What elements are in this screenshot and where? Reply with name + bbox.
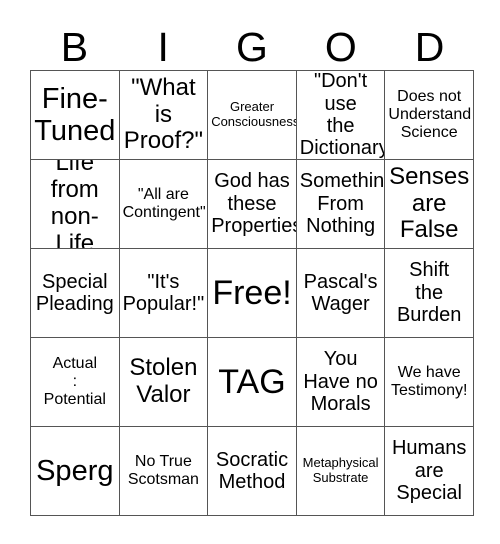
bingo-cell-label: Socratic Method (215, 448, 289, 493)
bingo-cell-r5c2[interactable]: No True Scotsman (119, 427, 209, 516)
bingo-cell-r5c1[interactable]: Sperg (31, 427, 120, 516)
bingo-cell-label: Humans are Special (391, 437, 467, 505)
bingo-cell-r3c2[interactable]: "It's Popular!" (119, 249, 209, 338)
bingo-cell-label: Metaphysical Substrate (302, 455, 379, 485)
bingo-cell-r5c3[interactable]: Socratic Method (208, 427, 297, 516)
bingo-cell-label: "What is Proof?" (123, 73, 203, 155)
bingo-cell-label: Something From Nothing (299, 170, 385, 238)
bingo-cell-label: Actual : Potential (43, 355, 106, 408)
bingo-card: B I G O D Fine- Tuned "What is Proof?" G… (0, 0, 500, 544)
bingo-cell-label: Shift the Burden (396, 259, 462, 327)
bingo-cell-label: God has these Properties (211, 170, 297, 238)
bingo-cell-r1c1[interactable]: Fine- Tuned (31, 71, 120, 160)
bingo-cell-r1c3[interactable]: Greater Consciousness (208, 71, 297, 160)
bingo-cell-r2c5[interactable]: Senses are False (385, 160, 474, 249)
bingo-cell-label: Does not Understand Science (388, 88, 472, 141)
bingo-cell-r2c1[interactable]: Life from non-Life (31, 160, 120, 249)
bingo-cell-label: Life from non-Life (50, 160, 99, 249)
bingo-cell-label: Greater Consciousness (211, 99, 297, 129)
bingo-cell-label: "Don't use the Dictionary" (299, 71, 385, 160)
bingo-cell-label: No True Scotsman (127, 453, 199, 488)
header-letter-d: D (414, 24, 445, 70)
bingo-cell-r4c4[interactable]: You Have no Morals (296, 338, 386, 427)
header-letter-b: B (60, 24, 89, 70)
bingo-cell-r3c5[interactable]: Shift the Burden (385, 249, 474, 338)
bingo-cell-r4c1[interactable]: Actual : Potential (31, 338, 120, 427)
bingo-cell-r2c2[interactable]: "All are Contingent" (119, 160, 209, 249)
bingo-cell-label: We have Testimony! (390, 364, 468, 399)
bingo-cell-r4c3[interactable]: TAG (208, 338, 297, 427)
bingo-cell-r2c3[interactable]: God has these Properties (208, 160, 297, 249)
bingo-cell-r3c1[interactable]: Special Pleading (31, 249, 120, 338)
bingo-cell-r3c4[interactable]: Pascal's Wager (296, 249, 386, 338)
bingo-cell-r5c5[interactable]: Humans are Special (385, 427, 474, 516)
bingo-cell-label: Fine- Tuned (34, 82, 116, 147)
header-letter-i: I (157, 24, 169, 70)
bingo-cell-label: Stolen Valor (129, 354, 198, 408)
bingo-cell-r4c5[interactable]: We have Testimony! (385, 338, 474, 427)
header-letter-o: O (324, 24, 357, 70)
bingo-cell-label: Free! (212, 273, 292, 312)
bingo-cell-r1c4[interactable]: "Don't use the Dictionary" (296, 71, 386, 160)
bingo-cell-label: You Have no Morals (303, 348, 378, 416)
bingo-cell-free-space[interactable]: Free! (208, 249, 297, 338)
bingo-cell-label: "It's Popular!" (122, 270, 205, 315)
bingo-cell-label: Senses are False (389, 162, 470, 244)
bingo-cell-r4c2[interactable]: Stolen Valor (119, 338, 209, 427)
bingo-header-row: B I G O D (30, 18, 474, 70)
bingo-cell-label: "All are Contingent" (122, 186, 206, 221)
header-letter-g: G (236, 24, 268, 70)
bingo-cell-label: Pascal's Wager (303, 270, 378, 315)
bingo-cell-r2c4[interactable]: Something From Nothing (296, 160, 386, 249)
bingo-grid: Fine- Tuned "What is Proof?" Greater Con… (30, 70, 474, 516)
bingo-cell-label: Special Pleading (35, 270, 114, 315)
bingo-cell-r5c4[interactable]: Metaphysical Substrate (296, 427, 386, 516)
bingo-cell-r1c2[interactable]: "What is Proof?" (119, 71, 209, 160)
bingo-cell-r1c5[interactable]: Does not Understand Science (385, 71, 474, 160)
bingo-cell-label: TAG (218, 362, 286, 401)
bingo-cell-label: Sperg (36, 454, 114, 487)
